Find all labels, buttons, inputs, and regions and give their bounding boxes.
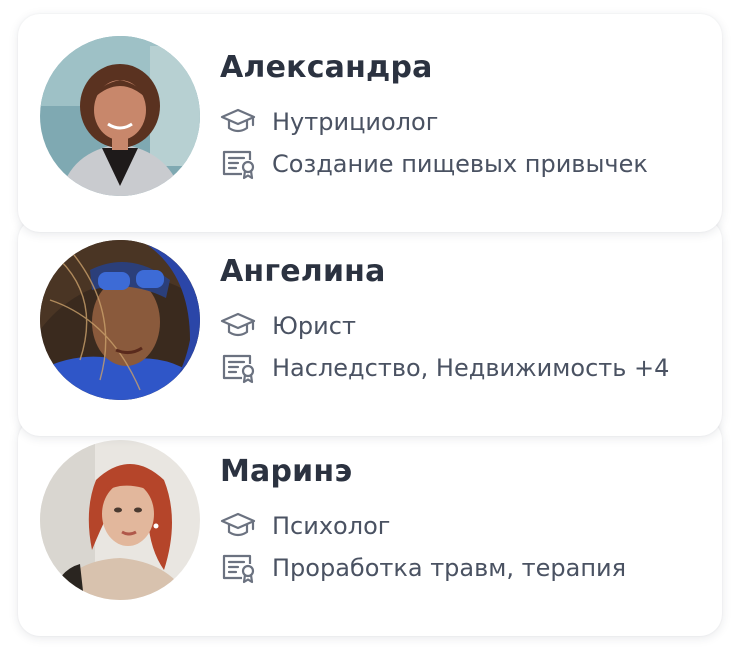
specialization-text: Наследство, Недвижимость +4: [272, 354, 670, 382]
profession-row: Психолог: [220, 510, 390, 542]
avatar-photo: [40, 440, 200, 600]
expert-card[interactable]: Маринэ Психолог Проработка травм, терапи…: [18, 418, 722, 636]
expert-name: Маринэ: [220, 454, 353, 489]
profession-text: Юрист: [272, 312, 356, 340]
profession-text: Психолог: [272, 512, 391, 540]
specialization-row: Создание пищевых привычек: [220, 148, 648, 180]
certificate-icon: [220, 148, 260, 180]
expert-name: Ангелина: [220, 254, 386, 289]
avatar-photo: [40, 36, 200, 196]
specialization-row: Проработка травм, терапия: [220, 552, 626, 584]
certificate-icon: [220, 552, 260, 584]
specialization-row: Наследство, Недвижимость +4: [220, 352, 669, 384]
profession-row: Юрист: [220, 310, 356, 342]
specialization-text: Создание пищевых привычек: [272, 150, 648, 178]
graduation-cap-icon: [220, 106, 260, 138]
graduation-cap-icon: [220, 310, 260, 342]
expert-name: Александра: [220, 50, 433, 85]
avatar: [40, 240, 200, 400]
specialization-text: Проработка травм, терапия: [272, 554, 627, 582]
avatar: [40, 36, 200, 196]
expert-card[interactable]: Александра Нутрициолог Создание пищевых …: [18, 14, 722, 232]
profession-row: Нутрициолог: [220, 106, 438, 138]
expert-card[interactable]: Ангелина Юрист Наследство, Недвижимость …: [18, 218, 722, 436]
avatar: [40, 440, 200, 600]
avatar-photo: [40, 240, 200, 400]
graduation-cap-icon: [220, 510, 260, 542]
profession-text: Нутрициолог: [272, 108, 439, 136]
certificate-icon: [220, 352, 260, 384]
